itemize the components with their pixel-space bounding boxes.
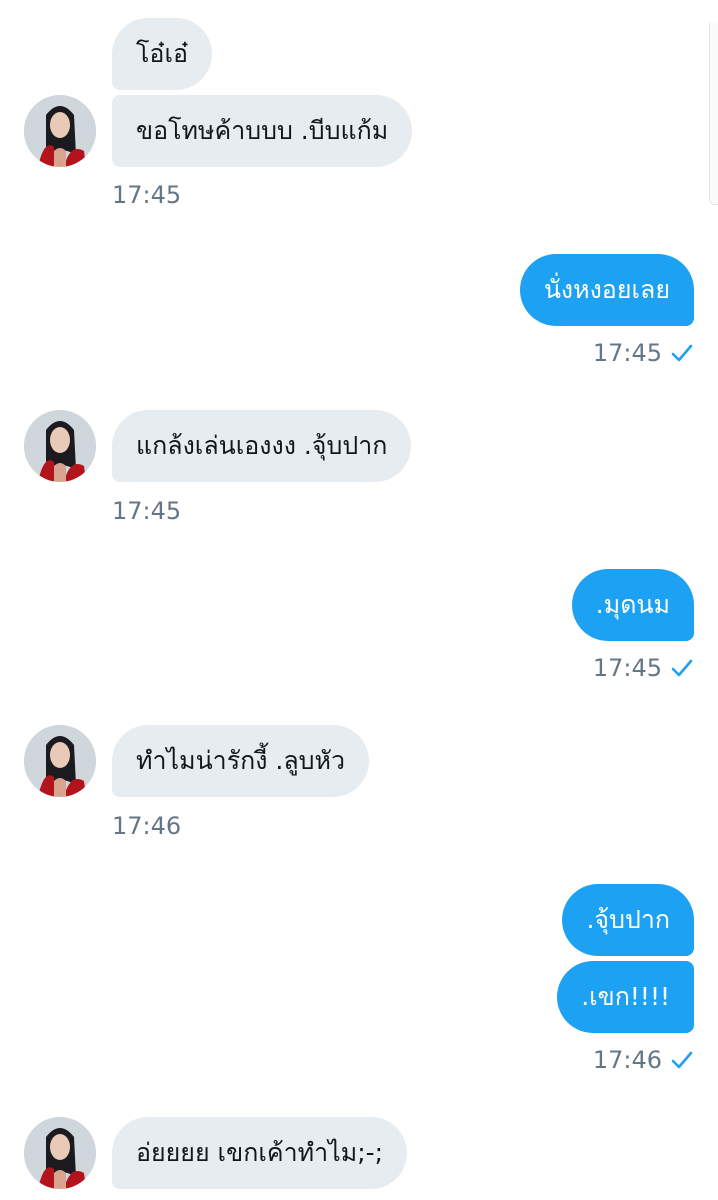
timestamp: 17:45: [112, 181, 182, 209]
timestamp-row: 17:45: [593, 653, 694, 683]
avatar-image: [24, 95, 96, 167]
message-bubble-outgoing[interactable]: .จุ้บปาก: [562, 884, 694, 956]
message-bubble-incoming[interactable]: โอ๋เอ๋: [112, 18, 213, 90]
check-icon: [671, 659, 693, 677]
avatar-image: [24, 1117, 96, 1189]
message-bubble-outgoing[interactable]: นั่งหงอยเลย: [519, 254, 694, 326]
timestamp: 17:46: [112, 812, 182, 840]
message-bubble-incoming[interactable]: ขอโทษค้าบบบ .บีบแก้ม: [112, 95, 413, 167]
message-bubble-incoming[interactable]: ทำไมน่ารักงี้ .ลูบหัว: [112, 725, 370, 797]
timestamp: 17:46: [592, 1046, 662, 1074]
check-icon: [671, 1051, 693, 1069]
avatar-image: [24, 410, 96, 482]
avatar-image: [24, 725, 96, 797]
message-bubble-incoming[interactable]: อ่ยยยย เขกเค้าทำไม;-;: [112, 1117, 408, 1189]
timestamp: 17:45: [112, 497, 182, 525]
timestamp: 17:45: [592, 339, 662, 367]
message-bubble-outgoing[interactable]: .เขก!!!!: [557, 961, 694, 1033]
message-bubble-incoming[interactable]: แกล้งเล่นเองงง .จุ้บปาก: [112, 410, 412, 482]
timestamp-row: 17:46: [593, 1045, 694, 1075]
contact-avatar[interactable]: [24, 725, 96, 797]
contact-avatar[interactable]: [24, 95, 96, 167]
check-icon: [671, 344, 693, 362]
scroll-indicator[interactable]: [709, 22, 718, 205]
contact-avatar[interactable]: [24, 410, 96, 482]
timestamp: 17:45: [592, 654, 662, 682]
message-bubble-outgoing[interactable]: .มุดนม: [571, 569, 694, 641]
contact-avatar[interactable]: [24, 1117, 96, 1189]
timestamp-row: 17:45: [593, 338, 694, 368]
